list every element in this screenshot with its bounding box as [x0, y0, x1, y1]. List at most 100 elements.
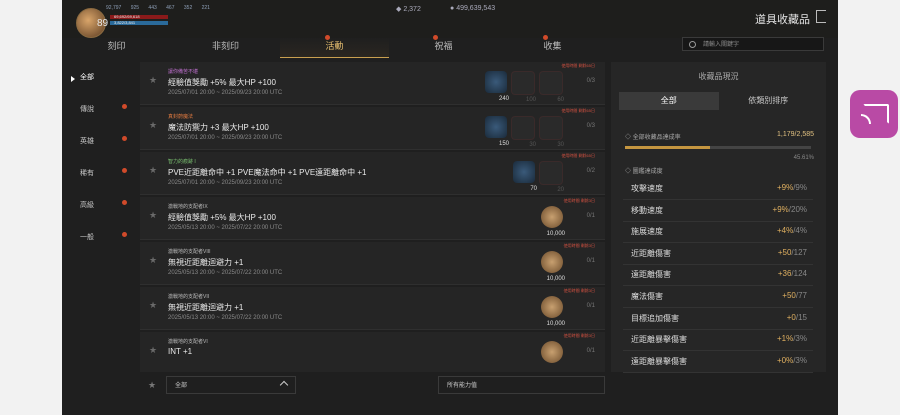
sidebar-item-rare[interactable]: 稀有 [62, 158, 132, 190]
list-item[interactable]: ★ 智力的痕跡 I PVE近距離命中 +1 PVE魔法命中 +1 PVE遠距離命… [140, 152, 605, 195]
favorite-star-icon[interactable]: ★ [149, 120, 157, 131]
tab-collect[interactable]: 收集 [498, 38, 607, 58]
item-category: 讓你備苦不堪 [168, 69, 199, 75]
list-item[interactable]: ★ 激戰地的支配者IX 經驗值獎勵 +5% 最大HP +100 2025/05/… [140, 197, 605, 240]
tab-blessing[interactable]: 祝福 [389, 38, 498, 58]
favorite-star-icon[interactable]: ★ [149, 300, 157, 311]
list-item[interactable]: ★ 讓你備苦不堪 經驗值獎勵 +5% 最大HP +100 2025/07/01 … [140, 62, 605, 105]
stat-value: +9%/20% [772, 204, 807, 214]
item-category: 智力的痕跡 I [168, 159, 196, 165]
favorite-star-icon[interactable]: ★ [149, 75, 157, 86]
tab-panel-by-type[interactable]: 依類別排序 [719, 92, 819, 110]
mp-bar: 3,822/3,841 [110, 21, 168, 25]
completion-bar [625, 146, 811, 149]
item-category: 真封蔚魔法 [168, 114, 194, 120]
material-slot[interactable]: 10,000 [541, 206, 565, 237]
stat-label: 攻擊速度 [631, 184, 663, 193]
material-slot[interactable]: 70 [513, 161, 537, 192]
material-slot[interactable]: 240 [485, 71, 509, 102]
sidebar-item-all[interactable]: 全部 [62, 62, 132, 94]
material-slot[interactable]: 30 [511, 116, 536, 148]
completion-value: 1,179/2,585 [777, 131, 814, 138]
grade-sidebar: 全部 傳說 英雄 稀有 高級 一般 [62, 62, 132, 254]
completion-bar-fill [625, 146, 710, 149]
stat-value: 352 [183, 5, 193, 11]
game-screen: 89 92,797 925 443 467 352 221 69,692/69,… [62, 0, 838, 415]
material-slot[interactable]: 60 [539, 71, 564, 103]
tab-engraved[interactable]: 刻印 [62, 38, 171, 58]
item-progress: 0/3 [586, 123, 595, 129]
list-item[interactable]: ★ 激戰地的支配者VI INT +1 使用時間 剩餘3日 0/1 [140, 332, 605, 372]
stat-value: +0%/3% [776, 355, 807, 365]
cast-screen-icon[interactable] [850, 90, 898, 138]
material-slots [541, 341, 563, 363]
stat-row: 魔法傷害 +50/77 [623, 286, 813, 308]
item-progress: 0/1 [586, 303, 595, 309]
page-title: 道具收藏品 [755, 14, 810, 26]
material-slot[interactable]: 20 [539, 161, 564, 193]
stat-strip: 92,797 925 443 467 352 221 [106, 5, 218, 11]
tab-non-engraved[interactable]: 非刻印 [171, 38, 280, 58]
material-slot[interactable]: 10,000 [541, 251, 565, 282]
character-level: 89 [97, 18, 109, 29]
item-date: 2025/07/01 20:00 ~ 2025/09/23 20:00 UTC [168, 90, 283, 96]
panel-tabs: 全部 依類別排序 [619, 92, 818, 110]
notification-dot [122, 104, 127, 109]
stat-row: 目標追加傷害 +0/15 [623, 308, 813, 330]
stat-filter-select[interactable]: 所有能力值 [438, 376, 605, 394]
material-slot[interactable]: 150 [485, 116, 509, 147]
material-slots: 10,000 [541, 296, 565, 327]
favorite-star-icon[interactable]: ★ [149, 255, 157, 266]
grade-filter-select[interactable]: 全部 [166, 376, 296, 394]
sidebar-item-advanced[interactable]: 高級 [62, 190, 132, 222]
hp-bar: 69,692/69,618 [110, 15, 168, 19]
stat-label: 施展速度 [631, 227, 663, 237]
search-icon [689, 41, 696, 48]
stat-label: 近距離暴擊傷害 [631, 335, 687, 345]
material-slot[interactable] [541, 341, 563, 363]
stat-value: +50/127 [777, 247, 807, 257]
notification-dot [543, 35, 548, 40]
material-slot[interactable]: 10,000 [541, 296, 565, 327]
tab-event[interactable]: 活動 [280, 38, 389, 58]
sidebar-item-normal[interactable]: 一般 [62, 222, 132, 254]
item-name: PVE近距離命中 +1 PVE魔法命中 +1 PVE遠距離命中 +1 [168, 168, 367, 177]
collection-list: ★ 讓你備苦不堪 經驗值獎勵 +5% 最大HP +100 2025/07/01 … [140, 62, 605, 372]
collection-status-panel: 收藏品現況 全部 依類別排序 ◇ 全部收藏品達成率 1,179/2,585 45… [611, 62, 826, 373]
stat-value: 92,797 [106, 5, 122, 11]
stat-value: 221 [201, 5, 210, 11]
item-progress: 0/1 [586, 348, 595, 354]
favorite-star-icon[interactable]: ★ [149, 345, 157, 356]
item-progress: 0/3 [586, 78, 595, 84]
stat-label: 魔法傷害 [631, 292, 663, 301]
material-slots: 240 100 60 [485, 71, 564, 103]
item-date: 2025/07/01 20:00 ~ 2025/09/23 20:00 UTC [168, 180, 283, 186]
list-item[interactable]: ★ 真封蔚魔法 魔法防禦力 +3 最大HP +100 2025/07/01 20… [140, 107, 605, 150]
stat-row: 攻擊速度 +9%/9% [623, 178, 813, 200]
tab-panel-all[interactable]: 全部 [619, 92, 719, 110]
category-tabs: 刻印 非刻印 活動 祝福 收集 [62, 38, 607, 58]
completion-percent: 45.61% [793, 155, 814, 161]
search-input[interactable]: 請輸入關鍵字 [682, 37, 824, 51]
exit-icon[interactable] [816, 10, 826, 23]
expire-badge: 使用時間 剩餘3日 [563, 198, 595, 203]
panel-title: 收藏品現況 [698, 72, 739, 81]
top-bar: 89 92,797 925 443 467 352 221 69,692/69,… [62, 0, 838, 38]
favorite-filter-icon[interactable]: ★ [148, 380, 156, 391]
list-item[interactable]: ★ 激戰地的支配者VII 無視近距離迴避力 +1 2025/05/13 20:0… [140, 287, 605, 330]
expire-badge: 使用時間 剩餘3日 [563, 243, 595, 248]
item-name: INT +1 [168, 347, 193, 356]
stat-label: 遠距離暴擊傷害 [631, 356, 687, 366]
sidebar-item-legend[interactable]: 傳說 [62, 94, 132, 126]
sidebar-item-hero[interactable]: 英雄 [62, 126, 132, 158]
favorite-star-icon[interactable]: ★ [149, 210, 157, 221]
item-name: 無視近距離迴避力 +1 [168, 258, 244, 267]
item-name: 經驗值獎勵 +5% 最大HP +100 [168, 213, 276, 222]
list-item[interactable]: ★ 激戰地的支配者VIII 無視近距離迴避力 +1 2025/05/13 20:… [140, 242, 605, 285]
material-slot[interactable]: 30 [539, 116, 564, 148]
stat-label: 近距離傷害 [631, 248, 671, 258]
material-slot[interactable]: 100 [511, 71, 536, 103]
stat-value: +50/77 [782, 291, 807, 300]
stat-row: 近距離傷害 +50/127 [623, 243, 813, 265]
favorite-star-icon[interactable]: ★ [149, 165, 157, 176]
